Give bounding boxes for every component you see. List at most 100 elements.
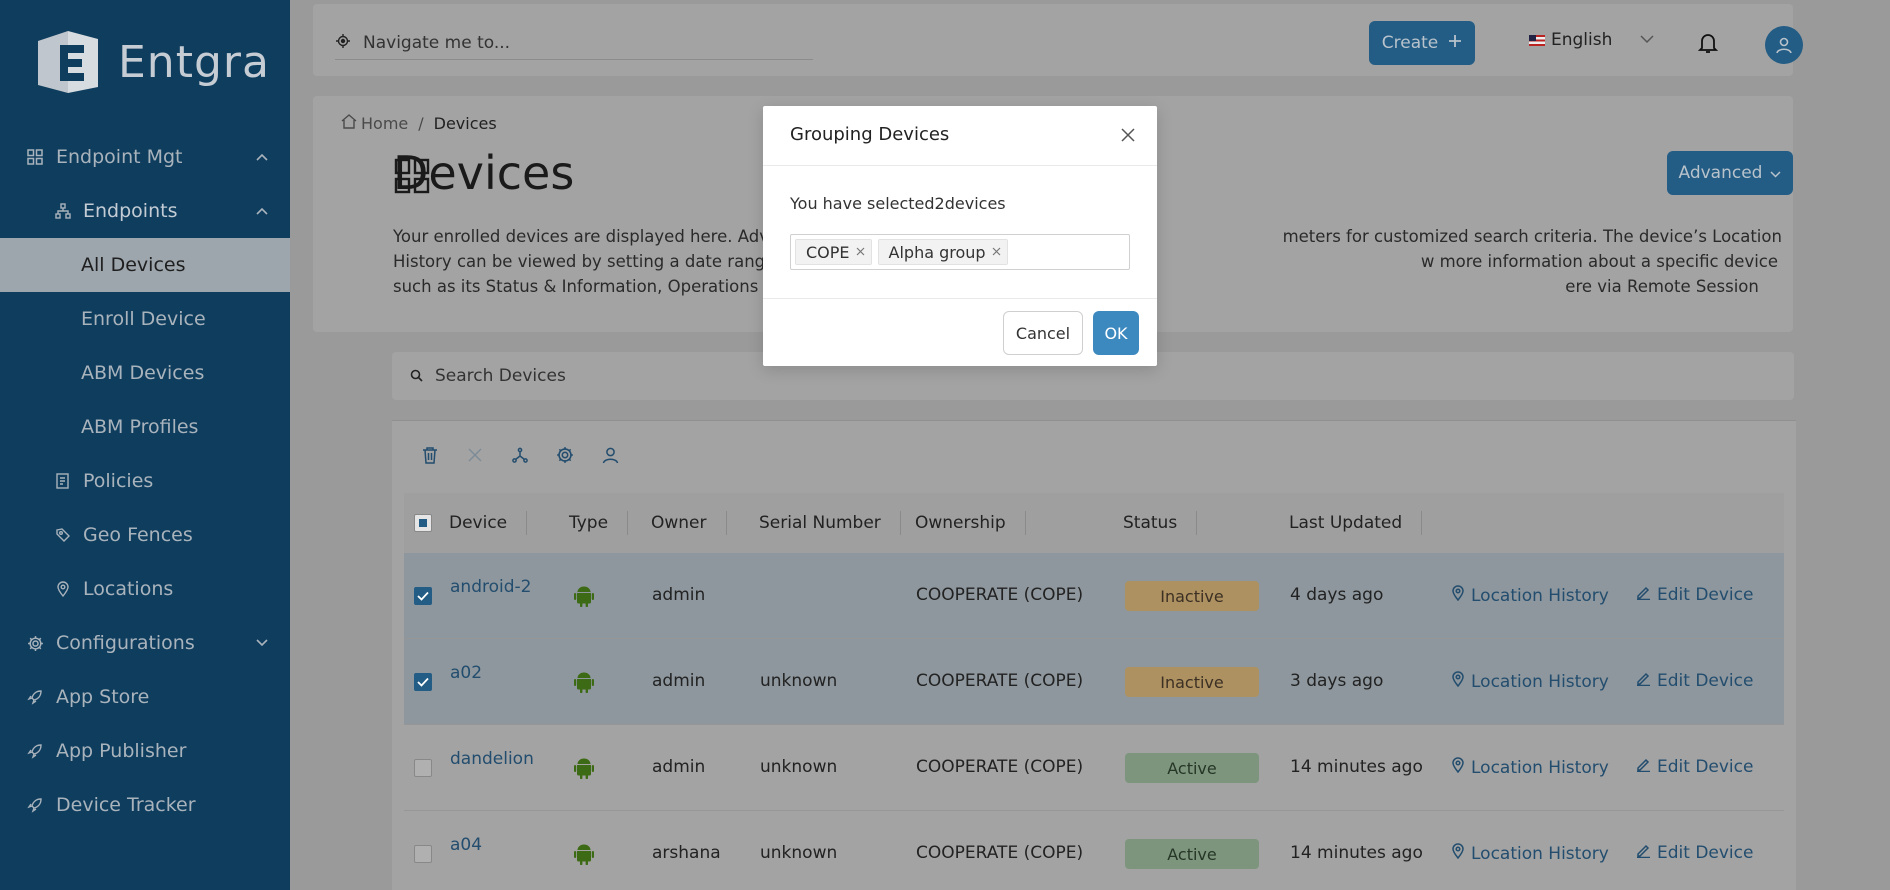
location-history-link[interactable]: Location History bbox=[1451, 671, 1609, 692]
modal-title: Grouping Devices bbox=[790, 124, 950, 145]
column-header-device[interactable]: Device bbox=[449, 493, 528, 553]
remove-tag-icon[interactable] bbox=[856, 245, 865, 259]
advanced-button[interactable]: Advanced bbox=[1667, 151, 1793, 195]
table-row[interactable]: android-2 admin COOPERATE (COPE) Inactiv… bbox=[404, 553, 1784, 639]
ownership-cell: COOPERATE (COPE) bbox=[916, 585, 1084, 605]
last-updated-cell: 14 minutes ago bbox=[1290, 757, 1423, 777]
tag-label: Alpha group bbox=[888, 242, 986, 262]
device-link[interactable]: a02 bbox=[450, 663, 482, 683]
android-icon bbox=[574, 585, 594, 612]
row-checkbox[interactable] bbox=[414, 673, 432, 691]
sidebar-item-app-publisher[interactable]: App Publisher bbox=[0, 724, 290, 778]
group-icon[interactable] bbox=[510, 445, 530, 465]
column-header-serial-number[interactable]: Serial Number bbox=[759, 493, 901, 553]
sidebar-item-label: Endpoint Mgt bbox=[56, 146, 183, 168]
remove-tag-icon[interactable] bbox=[992, 245, 1001, 259]
edit-device-label: Edit Device bbox=[1657, 585, 1754, 605]
ownership-cell: COOPERATE (COPE) bbox=[916, 757, 1084, 777]
location-history-link[interactable]: Location History bbox=[1451, 757, 1609, 778]
device-link[interactable]: dandelion bbox=[450, 749, 534, 769]
user-icon[interactable] bbox=[600, 445, 620, 465]
sidebar-item-endpoint-mgt[interactable]: Endpoint Mgt bbox=[0, 130, 290, 184]
last-updated-cell: 4 days ago bbox=[1290, 585, 1384, 605]
cancel-button[interactable]: Cancel bbox=[1003, 311, 1083, 355]
user-avatar[interactable] bbox=[1765, 26, 1803, 64]
location-history-label: Location History bbox=[1471, 671, 1609, 692]
breadcrumb-home[interactable]: Home bbox=[361, 114, 408, 133]
locate-icon bbox=[335, 33, 351, 53]
chevron-down-icon bbox=[256, 636, 268, 651]
ok-button[interactable]: OK bbox=[1093, 311, 1139, 355]
edit-device-label: Edit Device bbox=[1657, 843, 1754, 863]
row-checkbox[interactable] bbox=[414, 759, 432, 777]
close-icon[interactable] bbox=[1119, 126, 1137, 144]
modal-message: You have selected2devices bbox=[790, 194, 1006, 213]
sidebar: Entgra Endpoint Mgt Endpoints All Device… bbox=[0, 0, 290, 890]
navigate-input[interactable]: Navigate me to... bbox=[335, 26, 813, 60]
row-checkbox[interactable] bbox=[414, 587, 432, 605]
bell-icon[interactable] bbox=[1697, 32, 1719, 58]
language-selector[interactable]: English bbox=[1529, 30, 1654, 50]
gear-icon bbox=[26, 634, 44, 652]
delete-icon[interactable] bbox=[420, 445, 440, 465]
edit-device-link[interactable]: Edit Device bbox=[1636, 843, 1753, 863]
brand-logo[interactable]: Entgra bbox=[32, 26, 270, 98]
location-history-link[interactable]: Location History bbox=[1451, 585, 1609, 606]
ownership-cell: COOPERATE (COPE) bbox=[916, 671, 1084, 691]
sidebar-item-device-tracker[interactable]: Device Tracker bbox=[0, 778, 290, 832]
group-tags-input[interactable]: COPE Alpha group bbox=[790, 234, 1130, 270]
location-history-link[interactable]: Location History bbox=[1451, 843, 1609, 864]
gear-icon[interactable] bbox=[555, 445, 575, 465]
row-checkbox[interactable] bbox=[414, 845, 432, 863]
chevron-down-icon bbox=[1640, 32, 1654, 48]
location-pin-icon bbox=[1451, 585, 1465, 606]
table-row[interactable]: a04 arshana unknown COOPERATE (COPE) Act… bbox=[404, 811, 1784, 890]
advanced-label: Advanced bbox=[1678, 163, 1763, 183]
edit-device-link[interactable]: Edit Device bbox=[1636, 585, 1753, 605]
sidebar-item-label: Locations bbox=[83, 578, 174, 600]
sidebar-item-endpoints[interactable]: Endpoints bbox=[0, 184, 290, 238]
geofence-icon bbox=[54, 526, 72, 544]
location-pin-icon bbox=[1451, 757, 1465, 778]
chevron-down-icon bbox=[1770, 163, 1782, 183]
edit-device-label: Edit Device bbox=[1657, 671, 1754, 691]
android-icon bbox=[574, 757, 594, 784]
top-bar: Navigate me to... Create English bbox=[313, 4, 1803, 76]
sidebar-item-enroll-device[interactable]: Enroll Device bbox=[0, 292, 290, 346]
sidebar-item-configurations[interactable]: Configurations bbox=[0, 616, 290, 670]
table-row[interactable]: a02 admin unknown COOPERATE (COPE) Inact… bbox=[404, 639, 1784, 725]
group-tag: COPE bbox=[795, 239, 872, 265]
location-history-label: Location History bbox=[1471, 757, 1609, 778]
search-placeholder: Search Devices bbox=[435, 366, 566, 386]
brand-name: Entgra bbox=[118, 36, 270, 88]
column-header-status[interactable]: Status bbox=[1123, 493, 1198, 553]
sidebar-item-all-devices[interactable]: All Devices bbox=[0, 238, 290, 292]
sidebar-item-abm-devices[interactable]: ABM Devices bbox=[0, 346, 290, 400]
create-button[interactable]: Create bbox=[1369, 21, 1475, 65]
sidebar-item-locations[interactable]: Locations bbox=[0, 562, 290, 616]
select-all-checkbox[interactable] bbox=[414, 514, 432, 532]
sidebar-item-policies[interactable]: Policies bbox=[0, 454, 290, 508]
sidebar-item-label: Device Tracker bbox=[56, 794, 196, 816]
edit-device-label: Edit Device bbox=[1657, 757, 1754, 777]
edit-device-link[interactable]: Edit Device bbox=[1636, 671, 1753, 691]
navigate-placeholder: Navigate me to... bbox=[363, 32, 511, 53]
modal-footer: Cancel OK bbox=[763, 298, 1157, 366]
table-toolbar bbox=[420, 445, 620, 465]
table-row[interactable]: dandelion admin unknown COOPERATE (COPE)… bbox=[404, 725, 1784, 811]
sidebar-item-app-store[interactable]: App Store bbox=[0, 670, 290, 724]
device-link[interactable]: a04 bbox=[450, 835, 482, 855]
column-header-type[interactable]: Type bbox=[569, 493, 629, 553]
column-header-ownership[interactable]: Ownership bbox=[915, 493, 1026, 553]
sidebar-item-geo-fences[interactable]: Geo Fences bbox=[0, 508, 290, 562]
device-link[interactable]: android-2 bbox=[450, 577, 531, 597]
status-badge: Inactive bbox=[1125, 667, 1259, 697]
breadcrumb-separator: / bbox=[418, 114, 424, 133]
serial-cell: unknown bbox=[760, 671, 838, 691]
column-header-owner[interactable]: Owner bbox=[651, 493, 726, 553]
close-icon[interactable] bbox=[465, 445, 485, 465]
sidebar-item-abm-profiles[interactable]: ABM Profiles bbox=[0, 400, 290, 454]
edit-device-link[interactable]: Edit Device bbox=[1636, 757, 1753, 777]
column-header-last-updated[interactable]: Last Updated bbox=[1289, 493, 1423, 553]
sidebar-item-label: Endpoints bbox=[83, 200, 178, 222]
